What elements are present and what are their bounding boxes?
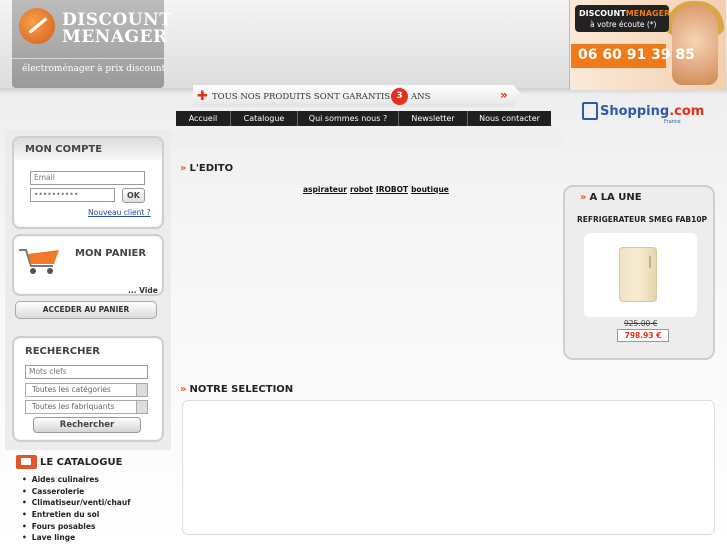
- phone-brand-a: DISCOUNT: [579, 9, 626, 18]
- tag-link[interactable]: IROBOT: [376, 185, 408, 194]
- shopping-logo-country: France: [664, 119, 681, 125]
- search-button[interactable]: Rechercher: [33, 417, 141, 433]
- featured-header: » A LA UNE: [580, 192, 642, 203]
- guarantee-text: TOUS NOS PRODUITS SONT GARANTIS: [212, 92, 391, 102]
- catalogue-title: LE CATALOGUE: [40, 457, 123, 468]
- catalogue-item[interactable]: Lave linge: [22, 532, 130, 544]
- catalogue-item[interactable]: Fours posables: [22, 521, 130, 533]
- double-chevron-right-icon: »: [180, 384, 187, 395]
- dropdown-arrow-icon: [136, 401, 147, 413]
- double-chevron-right-icon[interactable]: »: [500, 88, 508, 102]
- old-price: 925.00 €: [624, 319, 658, 328]
- nav-item-contact[interactable]: Nous contacter: [468, 111, 551, 126]
- new-client-link[interactable]: Nouveau client ?: [88, 208, 151, 217]
- category-select-value: Toutes les catégories: [32, 385, 111, 394]
- category-select[interactable]: Toutes les catégories: [25, 383, 148, 397]
- cart-title: MON PANIER: [75, 248, 147, 259]
- tag-link[interactable]: aspirateur: [303, 185, 347, 194]
- phone-brand-b: MENAGER: [625, 9, 671, 18]
- page: DISCOUNT MENAGER électroménager à prix d…: [0, 0, 727, 545]
- phone-subtitle: à votre écoute (*): [590, 20, 657, 29]
- cart-status: ... Vide: [128, 286, 158, 295]
- nav-item-catalogue[interactable]: Catalogue: [231, 111, 298, 126]
- tag-cloud: aspirateur robot IROBOT boutique: [303, 185, 452, 194]
- catalogue-icon: [16, 455, 37, 469]
- login-ok-button[interactable]: OK: [122, 188, 145, 203]
- manufacturer-select[interactable]: Toutes les fabriquants: [25, 400, 148, 414]
- dropdown-arrow-icon: [136, 384, 147, 396]
- catalogue-list: Aides culinaires Casserolerie Climatiseu…: [22, 474, 131, 544]
- tag-link[interactable]: boutique: [411, 185, 449, 194]
- manufacturer-select-value: Toutes les fabriquants: [32, 402, 115, 411]
- selection-box: [182, 400, 715, 535]
- fridge-handle: [649, 256, 651, 268]
- edito-header: » L'EDITO: [180, 163, 233, 174]
- guarantee-years-unit: ANS: [411, 92, 431, 102]
- password-input[interactable]: ••••••••••: [30, 188, 115, 202]
- double-chevron-right-icon: »: [580, 192, 587, 203]
- support-agent-photo: [672, 5, 718, 85]
- shopping-logo-b: .com: [669, 104, 705, 119]
- nav-item-accueil[interactable]: Accueil: [176, 111, 231, 126]
- shopping-logo-a: Shopping: [600, 104, 670, 119]
- catalogue-item[interactable]: Casserolerie: [22, 486, 130, 498]
- keyword-input[interactable]: Mots clefs: [25, 365, 148, 379]
- new-price: 798.93 €: [617, 329, 669, 342]
- double-chevron-right-icon: »: [180, 163, 187, 174]
- selection-header: » NOTRE SELECTION: [180, 384, 293, 395]
- fridge-image: [619, 247, 657, 302]
- selection-title: NOTRE SELECTION: [189, 384, 294, 395]
- search-title: RECHERCHER: [25, 346, 101, 357]
- catalogue-item[interactable]: Entretien du sol: [22, 509, 130, 521]
- catalogue-item[interactable]: Climatiseur/venti/chauf: [22, 497, 131, 509]
- nav-item-qui-sommes-nous[interactable]: Qui sommes nous ?: [298, 111, 399, 126]
- shopping-bag-icon: [582, 102, 598, 120]
- guarantee-years-badge: 3: [391, 88, 408, 105]
- featured-product-name[interactable]: REFRIGERATEUR SMEG FAB10P: [577, 215, 707, 224]
- main-top-strip: [171, 131, 563, 149]
- shopping-com-logo[interactable]: Shopping.com: [600, 104, 704, 119]
- email-input[interactable]: Email: [30, 171, 145, 185]
- go-to-cart-button[interactable]: ACCEDER AU PANIER: [15, 301, 157, 319]
- nav-item-newsletter[interactable]: Newsletter: [399, 111, 468, 126]
- phone-number: 06 60 91 39 85: [578, 47, 695, 63]
- catalogue-item[interactable]: Aides culinaires: [22, 474, 130, 486]
- plus-icon: ✚: [197, 89, 208, 104]
- logo-divider: [12, 58, 164, 59]
- logo-tagline: électroménager à prix discount: [22, 64, 166, 74]
- main-nav: Accueil Catalogue Qui sommes nous ? News…: [176, 111, 551, 126]
- edito-title: L'EDITO: [189, 163, 234, 174]
- account-title: MON COMPTE: [25, 144, 103, 155]
- featured-title: A LA UNE: [589, 192, 642, 203]
- shopping-cart-icon: [19, 249, 59, 274]
- tag-link[interactable]: robot: [350, 185, 373, 194]
- phone-brand: DISCOUNTMENAGER: [579, 9, 670, 18]
- logo-text-line2: MENAGER: [62, 27, 168, 47]
- logo-mark-icon: [19, 8, 55, 44]
